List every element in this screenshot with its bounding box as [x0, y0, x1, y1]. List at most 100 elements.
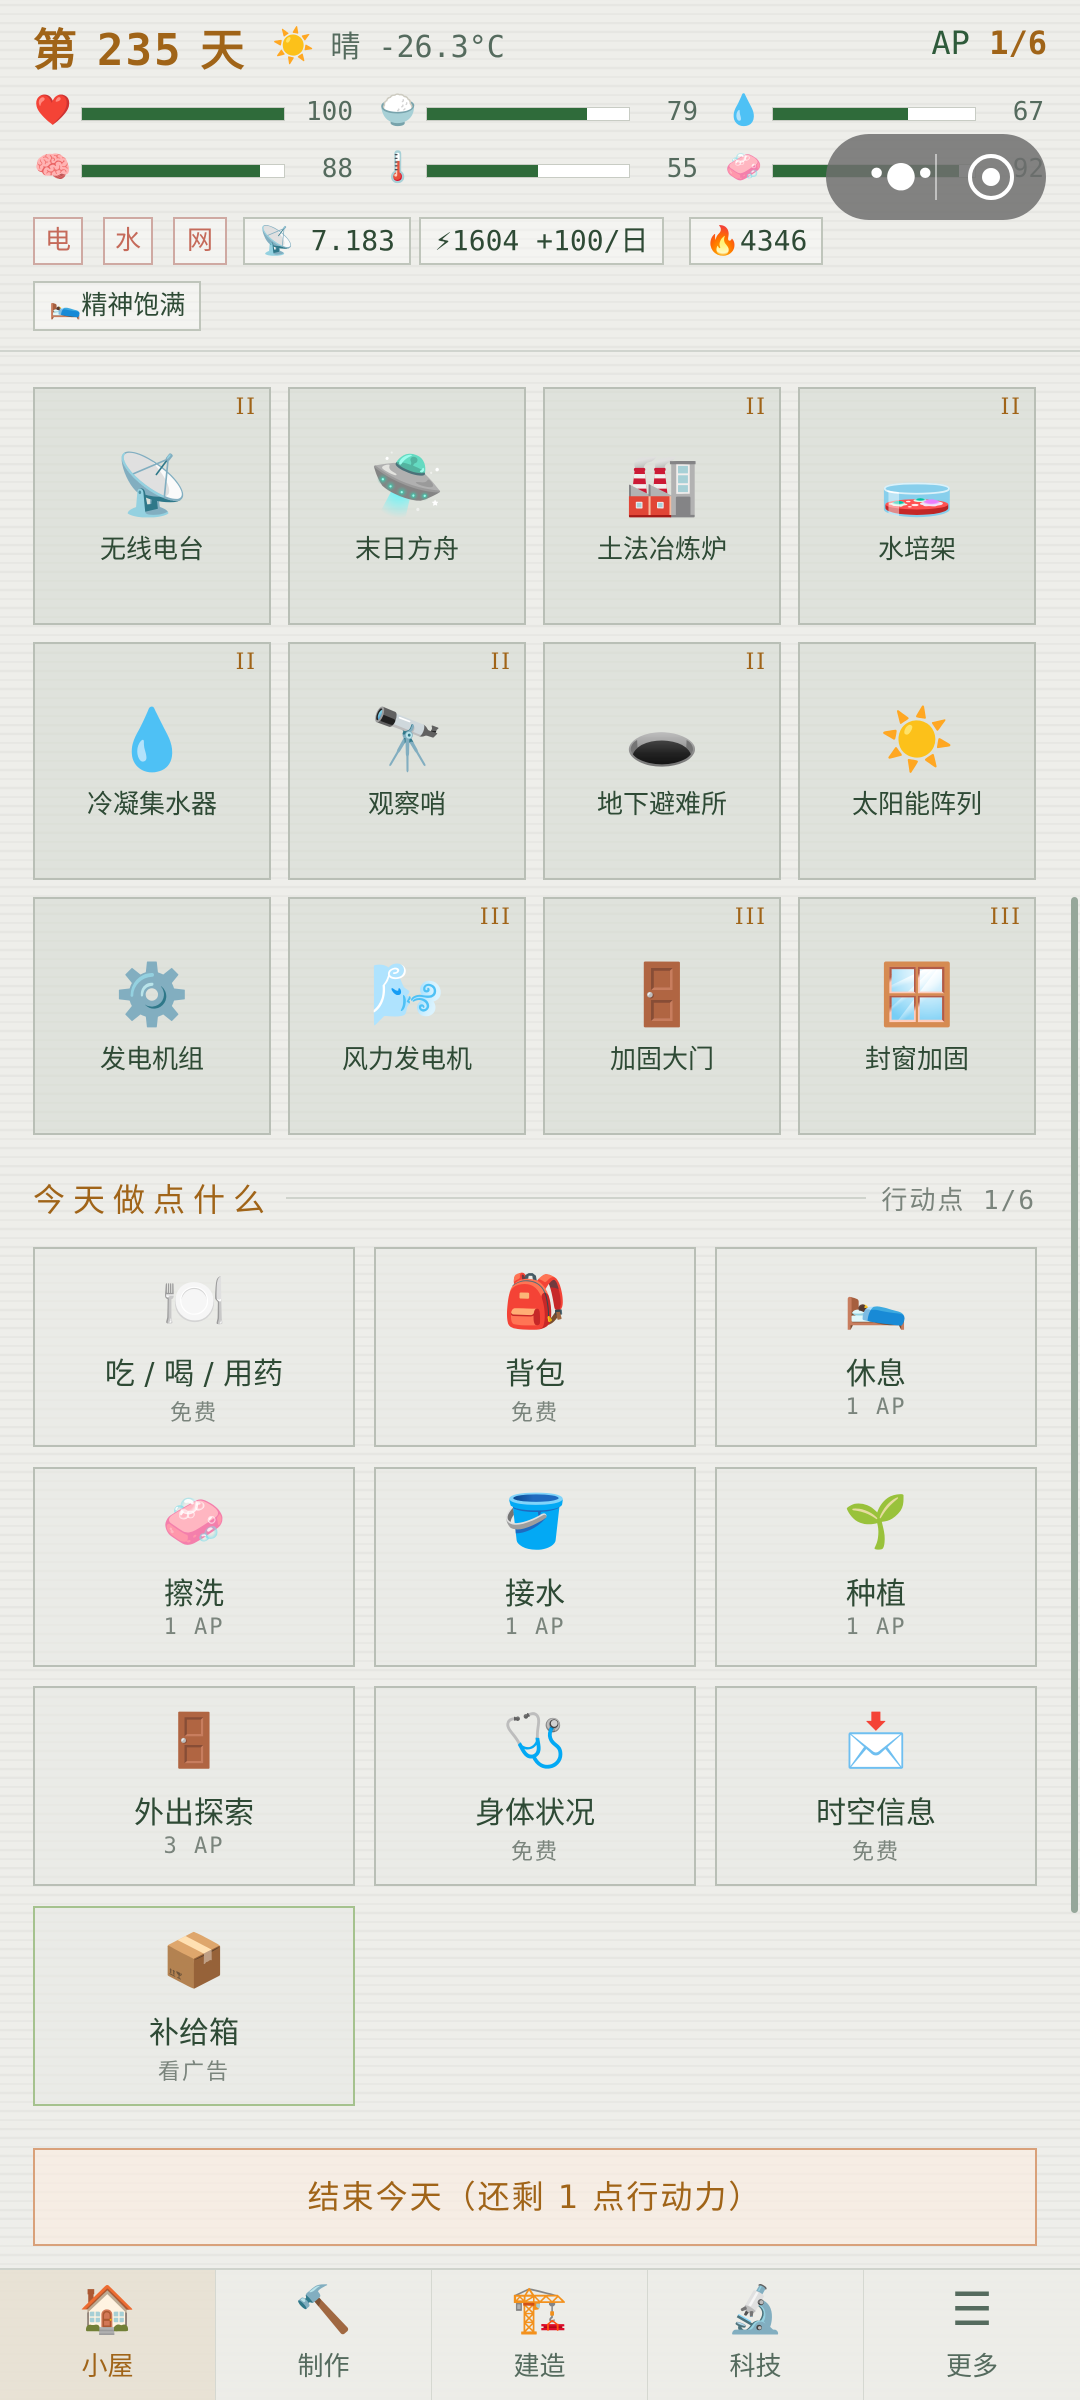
action-backpack[interactable]: 🎒 背包 免费	[374, 1247, 696, 1447]
action-eat-drink-medicine[interactable]: 🍽️ 吃 / 喝 / 用药 免费	[33, 1247, 355, 1447]
building-name: 发电机组	[99, 1045, 204, 1075]
building-name: 风力发电机	[341, 1045, 472, 1075]
tab-cabin[interactable]: 🏠 小屋	[0, 2270, 216, 2400]
hole-icon: 🕳️	[624, 705, 700, 775]
building-radio-station[interactable]: II 📡 无线电台	[33, 387, 271, 625]
building-name: 无线电台	[99, 535, 204, 565]
scrollbar[interactable]	[1071, 897, 1078, 1913]
status-text: 精神饱满	[81, 291, 186, 321]
ap-counter: AP 1/6	[931, 24, 1047, 62]
power-badge[interactable]: 电	[33, 217, 83, 265]
action-name: 身体状况	[475, 1796, 595, 1831]
building-furnace[interactable]: II 🏭 土法冶炼炉	[543, 387, 781, 625]
stat-mind: 🧠 88	[33, 150, 363, 190]
building-wind-turbine[interactable]: III 🌬️ 风力发电机	[288, 897, 526, 1135]
level-badge: III	[989, 905, 1022, 930]
building-name: 加固大门	[609, 1045, 714, 1075]
tab-label: 建造	[513, 2352, 566, 2382]
level-badge: II	[745, 650, 767, 675]
factory-icon: 🏭	[624, 450, 700, 520]
level-badge: II	[490, 650, 512, 675]
soap-icon: 🧼	[725, 150, 763, 185]
building-solar-array[interactable]: ☀️ 太阳能阵列	[798, 642, 1036, 880]
building-watchtower[interactable]: II 🔭 观察哨	[288, 642, 526, 880]
day-number: 235	[97, 25, 183, 76]
building-condenser[interactable]: II 💧 冷凝集水器	[33, 642, 271, 880]
building-generator[interactable]: ⚙️ 发电机组	[33, 897, 271, 1135]
building-name: 土法冶炼炉	[596, 535, 727, 565]
tab-craft[interactable]: 🔨 制作	[216, 2270, 432, 2400]
action-cost: 1 AP	[845, 1395, 907, 1420]
building-doomsday-ark[interactable]: 🛸 末日方舟	[288, 387, 526, 625]
status-badge[interactable]: 🛌精神饱满	[33, 281, 202, 331]
plate-icon: 🍽️	[161, 1272, 227, 1332]
door-icon: 🚪	[161, 1711, 227, 1771]
seedling-icon: 🌱	[843, 1492, 909, 1552]
gear-icon: ⚙️	[114, 960, 190, 1030]
stat-health: ❤️ 100	[33, 93, 363, 133]
water-drop-icon: 💧	[725, 93, 763, 128]
soap-icon: 🧼	[161, 1492, 227, 1552]
level-badge: III	[734, 905, 767, 930]
ufo-icon: 🛸	[369, 450, 445, 520]
action-collect-water[interactable]: 🪣 接水 1 AP	[374, 1467, 696, 1667]
menu-icon: ☰	[951, 2282, 993, 2336]
microscope-icon: 🔬	[726, 2282, 785, 2336]
construction-icon: 🏗️	[510, 2282, 569, 2336]
action-rest[interactable]: 🛌 休息 1 AP	[715, 1247, 1037, 1447]
building-name: 冷凝集水器	[86, 790, 217, 820]
bed-icon: 🛌	[843, 1272, 909, 1332]
level-badge: II	[235, 650, 257, 675]
action-body-status[interactable]: 🩺 身体状况 免费	[374, 1686, 696, 1886]
day-prefix: 第	[33, 25, 79, 76]
energy-chip[interactable]: ⚡1604 +100/日	[419, 217, 665, 265]
stat-food: 🍚 79	[378, 93, 708, 133]
building-window-reinforcement[interactable]: III 🪟 封窗加固	[798, 897, 1036, 1135]
signal-chip[interactable]: 📡 7.183	[243, 217, 412, 265]
water-badge[interactable]: 水	[103, 217, 153, 265]
building-hydroponics[interactable]: II 🧫 水培架	[798, 387, 1036, 625]
building-shelter[interactable]: II 🕳️ 地下避难所	[543, 642, 781, 880]
action-name: 接水	[505, 1577, 565, 1612]
action-explore[interactable]: 🚪 外出探索 3 AP	[33, 1686, 355, 1886]
action-plant[interactable]: 🌱 种植 1 AP	[715, 1467, 1037, 1667]
satellite-icon: 📡	[259, 224, 294, 257]
sleeping-icon: 🛌	[49, 291, 82, 321]
action-spacetime-info[interactable]: 📩 时空信息 免费	[715, 1686, 1037, 1886]
building-name: 封窗加固	[864, 1045, 969, 1075]
section-title: 今天做点什么	[33, 1181, 274, 1219]
action-wash[interactable]: 🧼 擦洗 1 AP	[33, 1467, 355, 1667]
weather-text: 晴 -26.3°C	[330, 30, 505, 65]
bucket-icon: 🪣	[502, 1492, 568, 1552]
close-target-icon[interactable]	[968, 154, 1014, 200]
food-value: 79	[666, 97, 698, 127]
building-reinforced-gate[interactable]: III 🚪 加固大门	[543, 897, 781, 1135]
capsule-separator	[935, 154, 937, 200]
action-cost: 免费	[510, 1401, 559, 1426]
tab-tech[interactable]: 🔬 科技	[648, 2270, 864, 2400]
action-cost: 免费	[851, 1840, 900, 1865]
action-cost: 1 AP	[845, 1615, 907, 1640]
tab-label: 制作	[297, 2352, 350, 2382]
more-dots-icon[interactable]: •●•	[866, 154, 936, 195]
water-bar	[772, 107, 976, 121]
level-badge: II	[745, 395, 767, 420]
health-bar	[81, 107, 285, 121]
tab-more[interactable]: ☰ 更多	[864, 2270, 1080, 2400]
section-divider	[286, 1197, 866, 1199]
end-day-button[interactable]: 结束今天（还剩 1 点行动力）	[33, 2148, 1037, 2246]
action-name: 休息	[846, 1357, 906, 1392]
fire-chip[interactable]: 🔥4346	[689, 217, 824, 265]
temperature-bar	[426, 164, 630, 178]
level-badge: II	[1000, 395, 1022, 420]
network-badge[interactable]: 网	[173, 217, 227, 265]
level-badge: III	[479, 905, 512, 930]
mini-program-capsule[interactable]: •●•	[826, 134, 1046, 220]
mind-value: 88	[321, 154, 353, 184]
action-points-label: 行动点 1/6	[881, 1186, 1036, 1216]
energy-value: 1604 +100/日	[451, 224, 649, 257]
action-cost: 免费	[510, 1840, 559, 1865]
action-cost: 3 AP	[163, 1834, 225, 1859]
action-supply-box[interactable]: 📦 补给箱 看广告	[33, 1906, 355, 2106]
tab-build[interactable]: 🏗️ 建造	[432, 2270, 648, 2400]
